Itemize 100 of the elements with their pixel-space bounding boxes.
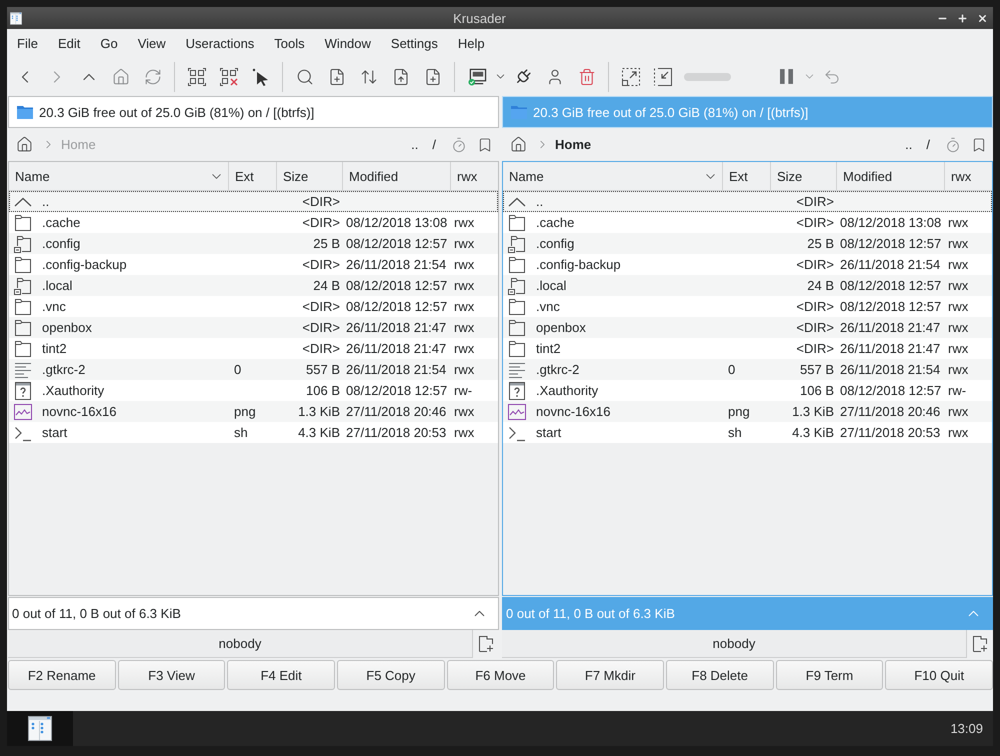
file-row[interactable]: start sh 4.3 KiB 27/11/2018 20:53 rwx — [503, 422, 992, 443]
pointer-icon[interactable] — [252, 68, 270, 86]
file-name: novnc-16x16 — [536, 404, 610, 419]
file-row[interactable]: openbox <DIR> 26/11/2018 21:47 rwx — [503, 317, 992, 338]
file-modified: 08/12/2018 12:57 — [840, 383, 942, 398]
refresh-icon[interactable] — [144, 68, 162, 86]
file-modified: 26/11/2018 21:47 — [346, 320, 446, 335]
file-name: .. — [42, 194, 50, 209]
history-icon[interactable] — [945, 136, 961, 152]
home-icon[interactable] — [16, 136, 33, 153]
file-row[interactable]: .config-backup <DIR> 26/11/2018 21:54 rwx — [9, 254, 498, 275]
menu-item[interactable]: Help — [448, 34, 495, 53]
function-key-button[interactable]: F4 Edit — [227, 660, 335, 690]
file-row[interactable]: .vnc <DIR> 08/12/2018 12:57 rwx — [9, 296, 498, 317]
function-key-button[interactable]: F5 Copy — [336, 660, 445, 690]
file-size: <DIR> — [796, 320, 834, 335]
menu-item[interactable]: File — [7, 34, 48, 53]
maximize-icon[interactable] — [957, 12, 968, 24]
file-size: <DIR> — [302, 215, 340, 230]
function-key-button[interactable]: F8 Delete — [666, 660, 774, 690]
new-file-icon[interactable] — [424, 68, 442, 86]
function-key-button[interactable]: F9 Term — [776, 660, 884, 690]
column-header[interactable]: Size — [771, 162, 837, 190]
file-size: 1.3 KiB — [792, 404, 834, 419]
function-key-button[interactable]: F2 Rename — [8, 660, 116, 690]
file-row[interactable]: tint2 <DIR> 26/11/2018 21:47 rwx — [9, 338, 498, 359]
function-key-button[interactable]: F3 View — [118, 660, 226, 690]
file-permissions: rwx — [948, 299, 968, 314]
function-key-button[interactable]: F6 Move — [446, 660, 554, 690]
menu-item[interactable]: Settings — [380, 34, 448, 53]
select-all-icon[interactable] — [188, 68, 206, 86]
breadcrumb-item[interactable]: Home — [555, 137, 592, 152]
monitor-icon[interactable] — [468, 68, 486, 86]
file-row[interactable]: tint2 <DIR> 26/11/2018 21:47 rwx — [503, 338, 992, 359]
file-row[interactable]: .local 24 B 08/12/2018 12:57 rwx — [9, 275, 498, 296]
shrink-icon[interactable] — [654, 68, 672, 86]
unselect-icon[interactable] — [220, 68, 238, 86]
file-row[interactable]: .. <DIR> — [9, 191, 498, 212]
taskbar-button[interactable] — [7, 711, 73, 746]
column-header[interactable]: Ext — [229, 162, 277, 190]
file-modified: 26/11/2018 21:47 — [840, 341, 940, 356]
menu-item[interactable]: Edit — [48, 34, 90, 53]
file-row[interactable]: .gtkrc-2 0 557 B 26/11/2018 21:54 rwx — [9, 359, 498, 380]
file-row[interactable]: .local 24 B 08/12/2018 12:57 rwx — [503, 275, 992, 296]
column-header[interactable]: Modified — [343, 162, 451, 190]
menu-item[interactable]: Go — [90, 34, 128, 53]
home-icon[interactable] — [510, 136, 527, 153]
new-file-icon[interactable] — [328, 68, 346, 86]
file-permissions: rwx — [948, 257, 968, 272]
file-row[interactable]: .. <DIR> — [503, 191, 992, 212]
path-button[interactable]: .. — [411, 137, 418, 152]
file-size: <DIR> — [796, 215, 834, 230]
file-row[interactable]: novnc-16x16 png 1.3 KiB 27/11/2018 20:46 rwx — [503, 401, 992, 422]
expand-icon[interactable] — [622, 68, 640, 86]
menu-item[interactable]: Tools — [264, 34, 315, 53]
function-key-button[interactable]: F10 Quit — [885, 660, 993, 690]
file-upload-icon[interactable] — [392, 68, 410, 86]
function-key-button[interactable]: F7 Mkdir — [556, 660, 664, 690]
file-row[interactable]: .Xauthority 106 B 08/12/2018 12:57 rw- — [9, 380, 498, 401]
file-name: .. — [536, 194, 544, 209]
file-row[interactable]: .cache <DIR> 08/12/2018 13:08 rwx — [9, 212, 498, 233]
new-tab-icon[interactable] — [972, 636, 988, 652]
menu-item[interactable]: View — [128, 34, 176, 53]
file-row[interactable]: .config 25 B 08/12/2018 12:57 rwx — [503, 233, 992, 254]
up-down-arrows-icon[interactable] — [360, 68, 378, 86]
column-header[interactable]: Ext — [723, 162, 771, 190]
file-size: 557 B — [306, 362, 340, 377]
file-row[interactable]: novnc-16x16 png 1.3 KiB 27/11/2018 20:46 rwx — [9, 401, 498, 422]
file-row[interactable]: .cache <DIR> 08/12/2018 13:08 rwx — [503, 212, 992, 233]
file-row[interactable]: .config-backup <DIR> 26/11/2018 21:54 rwx — [503, 254, 992, 275]
path-button[interactable]: / — [432, 137, 436, 152]
column-header[interactable]: Name — [503, 162, 723, 190]
bookmark-icon[interactable] — [477, 136, 493, 152]
file-name: .local — [42, 278, 72, 293]
column-header[interactable]: rwx — [451, 162, 498, 190]
file-row[interactable]: .config 25 B 08/12/2018 12:57 rwx — [9, 233, 498, 254]
history-icon[interactable] — [451, 136, 467, 152]
column-header[interactable]: Size — [277, 162, 343, 190]
file-row[interactable]: openbox <DIR> 26/11/2018 21:47 rwx — [9, 317, 498, 338]
trash-icon[interactable] — [578, 68, 596, 86]
menu-item[interactable]: Useractions — [176, 34, 264, 53]
file-row[interactable]: .gtkrc-2 0 557 B 26/11/2018 21:54 rwx — [503, 359, 992, 380]
path-button[interactable]: / — [926, 137, 930, 152]
column-header[interactable]: Name — [9, 162, 229, 190]
bookmark-icon[interactable] — [971, 136, 987, 152]
pause-icon[interactable] — [780, 69, 792, 84]
column-header[interactable]: rwx — [945, 162, 992, 190]
search-icon[interactable] — [296, 68, 314, 86]
user-icon[interactable] — [546, 68, 564, 86]
close-icon[interactable] — [977, 12, 988, 24]
column-header[interactable]: Modified — [837, 162, 945, 190]
path-button[interactable]: .. — [905, 137, 912, 152]
new-tab-icon[interactable] — [478, 636, 494, 652]
file-row[interactable]: .Xauthority 106 B 08/12/2018 12:57 rw- — [503, 380, 992, 401]
file-row[interactable]: start sh 4.3 KiB 27/11/2018 20:53 rwx — [9, 422, 498, 443]
user-button[interactable]: nobody — [8, 630, 473, 658]
file-row[interactable]: .vnc <DIR> 08/12/2018 12:57 rwx — [503, 296, 992, 317]
user-button[interactable]: nobody — [502, 630, 967, 658]
menu-item[interactable]: Window — [314, 34, 381, 53]
disk-info-text: 20.3 GiB free out of 25.0 GiB (81%) on / [(btrfs)] — [533, 104, 808, 120]
